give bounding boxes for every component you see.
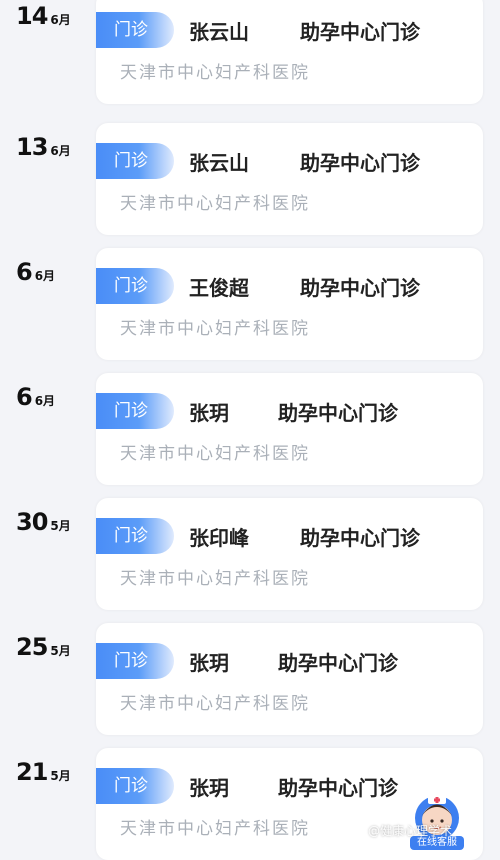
- online-service-button[interactable]: 在线客服: [410, 790, 464, 852]
- date-day: 6: [16, 383, 33, 411]
- department-name: 助孕中心门诊: [300, 20, 420, 44]
- doctor-name: 张云山: [189, 20, 249, 44]
- department-name: 助孕中心门诊: [278, 401, 398, 425]
- appointment-row[interactable]: 13 6月 门诊 张云山 助孕中心门诊 天津市中心妇产科医院: [0, 123, 500, 235]
- hospital-name: 天津市中心妇产科医院: [120, 819, 310, 839]
- department-name: 助孕中心门诊: [300, 526, 420, 550]
- appointment-date: 13 6月: [16, 133, 71, 161]
- hospital-name: 天津市中心妇产科医院: [120, 319, 310, 339]
- appointment-date: 6 6月: [16, 258, 55, 286]
- hospital-name: 天津市中心妇产科医院: [120, 569, 310, 589]
- hospital-name: 天津市中心妇产科医院: [120, 694, 310, 714]
- appointment-row[interactable]: 6 6月 门诊 王俊超 助孕中心门诊 天津市中心妇产科医院: [0, 248, 500, 360]
- visit-type-tag: 门诊: [96, 768, 174, 804]
- appointment-row[interactable]: 14 6月 门诊 张云山 助孕中心门诊 天津市中心妇产科医院: [0, 0, 500, 104]
- department-name: 助孕中心门诊: [300, 151, 420, 175]
- appointment-date: 6 6月: [16, 383, 55, 411]
- date-month: 5月: [50, 644, 71, 658]
- watermark-text: @健康心理学术: [368, 824, 453, 838]
- date-month: 6月: [50, 13, 71, 27]
- date-day: 14: [16, 2, 48, 30]
- appointment-card[interactable]: 门诊 王俊超 助孕中心门诊 天津市中心妇产科医院: [96, 248, 483, 360]
- visit-type-tag: 门诊: [96, 12, 174, 48]
- visit-type-tag: 门诊: [96, 643, 174, 679]
- date-day: 21: [16, 758, 48, 786]
- appointment-card[interactable]: 门诊 张云山 助孕中心门诊 天津市中心妇产科医院: [96, 123, 483, 235]
- date-month: 5月: [50, 519, 71, 533]
- visit-type-tag: 门诊: [96, 393, 174, 429]
- date-day: 13: [16, 133, 48, 161]
- hospital-name: 天津市中心妇产科医院: [120, 63, 310, 83]
- doctor-name: 张印峰: [189, 526, 249, 550]
- date-day: 30: [16, 508, 48, 536]
- doctor-name: 张玥: [189, 776, 229, 800]
- date-month: 6月: [34, 269, 56, 283]
- appointment-card[interactable]: 门诊 张云山 助孕中心门诊 天津市中心妇产科医院: [96, 0, 483, 104]
- appointment-row[interactable]: 25 5月 门诊 张玥 助孕中心门诊 天津市中心妇产科医院: [0, 623, 500, 735]
- doctor-name: 王俊超: [189, 276, 249, 300]
- visit-type-tag: 门诊: [96, 518, 174, 554]
- date-month: 6月: [50, 144, 71, 158]
- department-name: 助孕中心门诊: [278, 651, 398, 675]
- date-day: 25: [16, 633, 48, 661]
- appointment-row[interactable]: 6 6月 门诊 张玥 助孕中心门诊 天津市中心妇产科医院: [0, 373, 500, 485]
- hospital-name: 天津市中心妇产科医院: [120, 194, 310, 214]
- appointment-card[interactable]: 门诊 张印峰 助孕中心门诊 天津市中心妇产科医院: [96, 498, 483, 610]
- department-name: 助孕中心门诊: [278, 776, 398, 800]
- date-month: 5月: [50, 769, 71, 783]
- department-name: 助孕中心门诊: [300, 276, 420, 300]
- appointment-date: 25 5月: [16, 633, 71, 661]
- date-day: 6: [16, 258, 33, 286]
- doctor-name: 张玥: [189, 651, 229, 675]
- appointment-date: 21 5月: [16, 758, 71, 786]
- hospital-name: 天津市中心妇产科医院: [120, 444, 310, 464]
- visit-type-tag: 门诊: [96, 268, 174, 304]
- appointment-card[interactable]: 门诊 张玥 助孕中心门诊 天津市中心妇产科医院: [96, 623, 483, 735]
- appointment-row[interactable]: 30 5月 门诊 张印峰 助孕中心门诊 天津市中心妇产科医院: [0, 498, 500, 610]
- doctor-name: 张玥: [189, 401, 229, 425]
- appointment-card[interactable]: 门诊 张玥 助孕中心门诊 天津市中心妇产科医院: [96, 373, 483, 485]
- appointment-date: 14 6月: [16, 2, 71, 30]
- appointment-date: 30 5月: [16, 508, 71, 536]
- doctor-name: 张云山: [189, 151, 249, 175]
- visit-type-tag: 门诊: [96, 143, 174, 179]
- date-month: 6月: [34, 394, 56, 408]
